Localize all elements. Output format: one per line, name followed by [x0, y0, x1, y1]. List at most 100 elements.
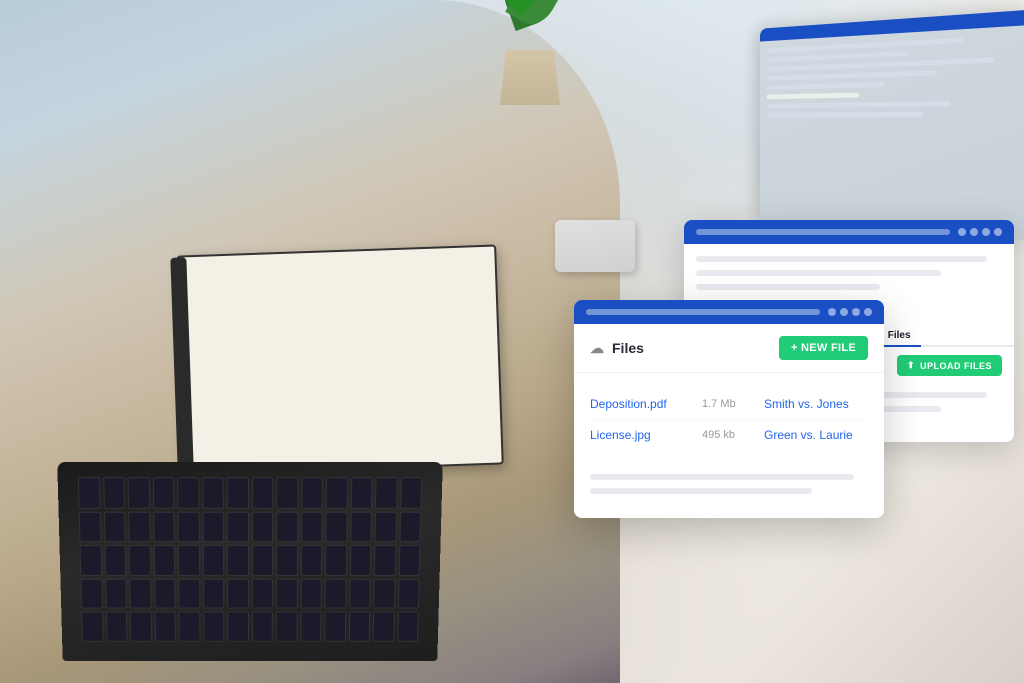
- key: [252, 511, 274, 542]
- key: [103, 477, 125, 508]
- key: [202, 477, 224, 508]
- key: [177, 511, 199, 542]
- cloud-icon: ☁: [590, 340, 604, 357]
- key: [78, 477, 100, 508]
- key: [227, 579, 248, 609]
- mock-line-2: [696, 270, 941, 276]
- window-dots-front: [828, 308, 872, 316]
- key: [349, 579, 371, 609]
- key: [301, 511, 323, 542]
- key: [400, 477, 422, 508]
- files-header: ☁ Files + NEW FILE: [574, 324, 884, 373]
- titlebar-bar: [696, 229, 950, 235]
- window-dot-f2: [840, 308, 848, 316]
- files-mock-lines: [574, 466, 884, 518]
- key: [373, 612, 395, 642]
- window-front: ☁ Files + NEW FILE Deposition.pdf 1.7 Mb…: [574, 300, 884, 518]
- key: [127, 477, 149, 508]
- key: [79, 511, 101, 542]
- key: [373, 579, 395, 609]
- key: [301, 477, 323, 508]
- key: [177, 477, 199, 508]
- files-list: Deposition.pdf 1.7 Mb Smith vs. Jones Li…: [574, 373, 884, 466]
- key: [154, 612, 176, 642]
- file-size-1: 1.7 Mb: [702, 398, 752, 410]
- file-case-2[interactable]: Green vs. Laurie: [764, 428, 853, 442]
- file-mock-1: [590, 474, 854, 480]
- key: [203, 612, 224, 642]
- key: [227, 612, 248, 642]
- titlebar-bar-front: [586, 309, 820, 315]
- laptop-keyboard: [57, 462, 443, 661]
- ui-windows-container: Activities Invoices Messages Files ⬆ UPL…: [574, 220, 1024, 640]
- key: [104, 545, 126, 576]
- key: [399, 511, 421, 542]
- key: [325, 545, 347, 576]
- key: [326, 477, 348, 508]
- file-row-2: License.jpg 495 kb Green vs. Laurie: [590, 420, 868, 450]
- key: [324, 579, 346, 609]
- key: [276, 612, 297, 642]
- key: [103, 511, 125, 542]
- files-title-text: Files: [612, 340, 644, 356]
- mock-line-1: [696, 256, 987, 262]
- key: [349, 545, 371, 576]
- key: [300, 579, 322, 609]
- new-file-button[interactable]: + NEW FILE: [779, 336, 868, 360]
- key: [179, 612, 201, 642]
- window-dot-f1: [828, 308, 836, 316]
- key: [153, 545, 175, 576]
- key: [154, 579, 176, 609]
- window-dot-4: [994, 228, 1002, 236]
- key: [252, 477, 274, 508]
- window-dot-1: [958, 228, 966, 236]
- key: [324, 612, 346, 642]
- key: [227, 511, 249, 542]
- key: [178, 579, 200, 609]
- key: [276, 545, 298, 576]
- key: [105, 579, 127, 609]
- key: [130, 612, 152, 642]
- key: [276, 511, 298, 542]
- window-titlebar-front: [574, 300, 884, 324]
- upload-files-label: UPLOAD FILES: [920, 361, 992, 371]
- laptop-screen-back: [760, 10, 1024, 241]
- key: [398, 579, 420, 609]
- key: [276, 579, 298, 609]
- key: [202, 511, 224, 542]
- key: [152, 477, 174, 508]
- plant-leaves: [490, 0, 570, 80]
- key: [374, 545, 396, 576]
- file-size-2: 495 kb: [702, 429, 752, 441]
- upload-files-button[interactable]: ⬆ UPLOAD FILES: [897, 355, 1002, 376]
- key: [128, 511, 150, 542]
- key: [251, 612, 272, 642]
- key: [129, 545, 151, 576]
- file-row-1: Deposition.pdf 1.7 Mb Smith vs. Jones: [590, 389, 868, 420]
- key: [227, 477, 249, 508]
- window-dot-f4: [864, 308, 872, 316]
- file-name-1[interactable]: Deposition.pdf: [590, 397, 690, 411]
- key: [153, 511, 175, 542]
- window-dots-back: [958, 228, 1002, 236]
- key: [374, 511, 396, 542]
- key: [81, 612, 103, 642]
- key: [325, 511, 347, 542]
- key: [397, 612, 419, 642]
- notebook: [176, 244, 503, 475]
- tab-files[interactable]: Files: [878, 326, 921, 347]
- key: [129, 579, 151, 609]
- file-case-1[interactable]: Smith vs. Jones: [764, 397, 849, 411]
- key: [202, 545, 224, 576]
- key: [276, 477, 298, 508]
- file-mock-2: [590, 488, 812, 494]
- file-name-2[interactable]: License.jpg: [590, 428, 690, 442]
- key: [80, 579, 102, 609]
- key: [251, 579, 272, 609]
- key: [251, 545, 273, 576]
- mock-line-3: [696, 284, 880, 290]
- files-title: ☁ Files: [590, 340, 644, 357]
- key: [398, 545, 420, 576]
- key: [300, 545, 322, 576]
- key: [227, 545, 249, 576]
